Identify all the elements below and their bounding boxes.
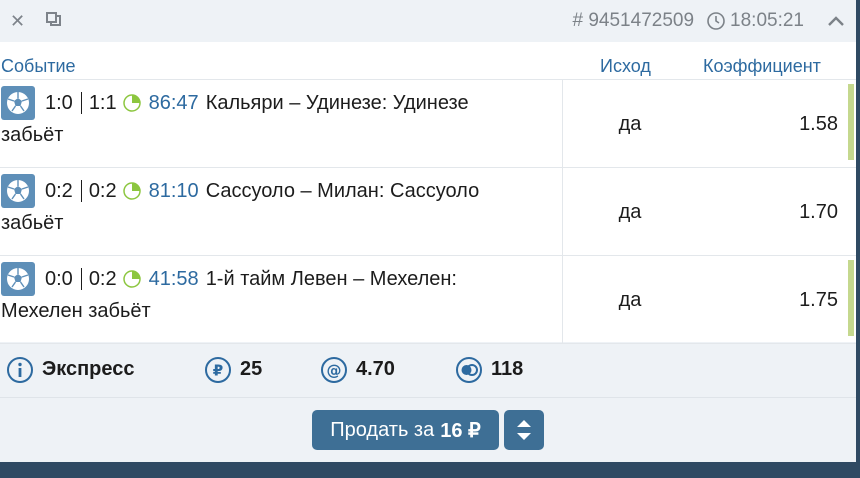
event-title: Сассуоло – Милан: Сассуоло — [205, 179, 480, 202]
match-minute: 41:58 — [148, 267, 199, 290]
sort-arrows-icon — [516, 420, 531, 440]
match-progress-icon — [122, 270, 141, 288]
close-icon[interactable]: ✕ — [10, 11, 32, 32]
column-header-coefficient: Коэффициент — [703, 56, 821, 76]
count-value: 118 — [491, 358, 524, 380]
current-score: 0:0 — [45, 267, 73, 290]
bet-panel: ✕ # 9451472509 18:05:21 Событие Исход Ко… — [0, 0, 856, 462]
match-progress-icon — [122, 94, 141, 112]
bet-score: 0:2 — [88, 267, 117, 290]
coins-icon — [456, 356, 482, 383]
coefficient-cell: 1.70 — [799, 200, 838, 223]
sell-label: Продать за — [330, 418, 435, 441]
event-title-cont: забьёт — [1, 212, 64, 234]
table-row[interactable]: 1:0 1:1 86:47 Кальяри – Удинезе: Удинезе… — [0, 80, 856, 168]
match-minute: 86:47 — [148, 91, 199, 114]
svg-text:@: @ — [327, 361, 342, 379]
event-title: Кальяри – Удинезе: Удинезе — [205, 91, 469, 114]
total-coef-value: 4.70 — [356, 358, 395, 380]
events-table: Событие Исход Коэффициент 1:0 1:1 86:47 … — [0, 42, 856, 344]
sell-button[interactable]: Продать за 16 ₽ — [312, 410, 499, 450]
coefficient-bar — [848, 260, 854, 336]
outcome-cell: да — [618, 288, 642, 311]
table-row[interactable]: 0:2 0:2 81:10 Сассуоло – Милан: Сассуоло… — [0, 168, 856, 256]
stake-value: 25 — [240, 358, 263, 380]
ruble-icon: ₽ — [205, 356, 231, 383]
svg-text:₽: ₽ — [213, 361, 223, 379]
current-score: 1:0 — [45, 91, 73, 114]
at-sign-icon: @ — [321, 356, 347, 383]
bet-id: # 9451472509 — [572, 10, 695, 31]
current-score: 0:2 — [45, 179, 73, 202]
table-row[interactable]: 0:0 0:2 41:58 1-й тайм Левен – Мехелен: … — [0, 256, 856, 344]
sell-amount: 16 ₽ — [440, 419, 481, 442]
event-cell: 1:0 1:1 86:47 Кальяри – Удинезе: Удинезе… — [0, 80, 563, 168]
coefficient-cell: 1.75 — [799, 288, 838, 311]
bet-summary: Экспресс ₽ 25 @ 4.70 118 — [0, 342, 856, 398]
coefficient-cell: 1.58 — [799, 112, 838, 135]
column-header-event: Событие — [1, 56, 76, 76]
info-icon[interactable] — [6, 356, 34, 384]
event-title-cont: Мехелен забьёт — [1, 300, 151, 322]
bet-type-label: Экспресс — [42, 358, 135, 380]
soccer-ball-icon — [1, 174, 35, 208]
bet-count: 118 — [455, 356, 523, 384]
bet-stake: ₽ 25 — [204, 356, 262, 384]
event-title: 1-й тайм Левен – Мехелен: — [205, 267, 457, 290]
event-cell: 0:0 0:2 41:58 1-й тайм Левен – Мехелен: … — [0, 256, 563, 344]
bet-time: 18:05:21 — [730, 10, 804, 31]
soccer-ball-icon — [1, 262, 35, 296]
match-minute: 81:10 — [148, 179, 199, 202]
bet-header: ✕ # 9451472509 18:05:21 — [0, 0, 856, 42]
outcome-cell: да — [618, 200, 642, 223]
outcome-cell: да — [618, 112, 642, 135]
bet-score: 1:1 — [88, 91, 117, 114]
bet-actions: Продать за 16 ₽ — [0, 398, 856, 462]
chevron-up-icon[interactable] — [826, 11, 846, 31]
column-header-outcome: Исход — [600, 56, 651, 76]
bet-type: Экспресс — [6, 356, 135, 384]
bet-total-coef: @ 4.70 — [320, 356, 395, 384]
event-cell: 0:2 0:2 81:10 Сассуоло – Милан: Сассуоло… — [0, 168, 563, 256]
clock-icon — [707, 12, 725, 30]
event-title-cont: забьёт — [1, 124, 64, 146]
soccer-ball-icon — [1, 86, 35, 120]
copy-icon[interactable] — [46, 12, 64, 30]
bet-score: 0:2 — [88, 179, 117, 202]
sell-options-button[interactable] — [503, 410, 544, 450]
coefficient-bar — [848, 84, 854, 160]
match-progress-icon — [122, 182, 141, 200]
